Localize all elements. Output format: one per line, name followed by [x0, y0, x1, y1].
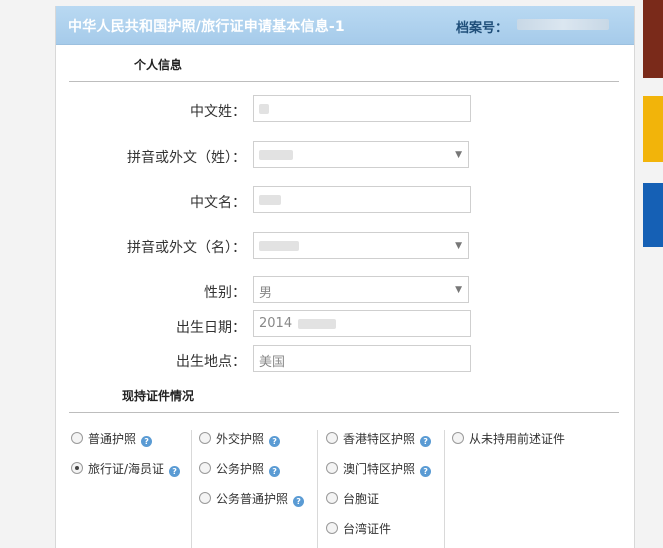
doc-option-service-passport[interactable]: 公务护照? — [199, 460, 281, 477]
doc-option-label: 旅行证/海员证 — [88, 462, 165, 476]
doc-option-label: 普通护照 — [88, 432, 137, 446]
radio-button[interactable] — [326, 432, 338, 444]
side-thumb-3[interactable] — [643, 183, 663, 247]
given-py-select[interactable]: ▼ — [253, 232, 469, 259]
gender-value: 男 — [259, 286, 273, 301]
radio-button[interactable] — [199, 432, 211, 444]
birth-place-input[interactable]: 美国 — [253, 345, 471, 372]
doc-option-travel-permit[interactable]: 旅行证/海员证? — [71, 460, 181, 477]
archive-number-label: 档案号： — [456, 21, 509, 36]
doc-option-label: 从未持用前述证件 — [469, 432, 566, 446]
doc-option-macao-passport[interactable]: 澳门特区护照? — [326, 460, 432, 477]
given-cn-label: 中文名： — [190, 195, 246, 211]
doc-option-label: 香港特区护照 — [343, 432, 416, 446]
radio-button[interactable] — [199, 492, 211, 504]
given-cn-value — [259, 194, 281, 205]
gender-select[interactable]: 男 ▼ — [253, 276, 469, 303]
radio-button[interactable] — [326, 522, 338, 534]
given-cn-input[interactable] — [253, 186, 471, 213]
side-thumb-1[interactable] — [643, 0, 663, 78]
doc-option-label: 外交护照 — [216, 432, 265, 446]
column-divider — [317, 430, 318, 548]
radio-button[interactable] — [326, 462, 338, 474]
archive-number-value — [517, 19, 609, 30]
section-current-docs: 现持证件情况 — [122, 389, 195, 403]
doc-option-hk-passport[interactable]: 香港特区护照? — [326, 430, 432, 447]
birth-date-input[interactable]: 2014 — [253, 310, 471, 337]
doc-option-public-affairs-passport[interactable]: 公务普通护照? — [199, 490, 305, 507]
given-py-label: 拼音或外文（名）： — [127, 240, 246, 256]
help-icon[interactable]: ? — [420, 466, 432, 477]
gender-label: 性别： — [204, 285, 246, 301]
section-personal-info: 个人信息 — [134, 58, 183, 72]
radio-button[interactable] — [452, 432, 464, 444]
given-py-value — [259, 240, 299, 251]
radio-button[interactable] — [71, 432, 83, 444]
form-header: 中华人民共和国护照/旅行证申请基本信息-1 档案号： — [56, 6, 634, 45]
help-icon[interactable]: ? — [269, 436, 281, 447]
surname-cn-value — [259, 103, 269, 114]
birth-date-value: 2014 — [259, 316, 293, 331]
section-divider — [69, 81, 619, 82]
radio-button[interactable] — [71, 462, 83, 474]
chevron-down-icon: ▼ — [455, 150, 462, 160]
doc-option-label: 台湾证件 — [343, 522, 392, 536]
surname-cn-input[interactable] — [253, 95, 471, 122]
help-icon[interactable]: ? — [420, 436, 432, 447]
help-icon[interactable]: ? — [169, 466, 181, 477]
radio-button[interactable] — [199, 462, 211, 474]
doc-option-taiwan-compatriot-permit[interactable]: 台胞证 — [326, 490, 379, 507]
column-divider — [444, 430, 445, 548]
radio-button[interactable] — [326, 492, 338, 504]
doc-option-label: 公务普通护照 — [216, 492, 289, 506]
doc-option-never-held[interactable]: 从未持用前述证件 — [452, 430, 565, 447]
doc-option-ordinary-passport[interactable]: 普通护照? — [71, 430, 153, 447]
birth-date-label: 出生日期： — [176, 320, 246, 336]
birth-place-label: 出生地点： — [176, 354, 246, 370]
doc-option-taiwan-document[interactable]: 台湾证件 — [326, 520, 391, 537]
help-icon[interactable]: ? — [269, 466, 281, 477]
doc-option-diplomatic-passport[interactable]: 外交护照? — [199, 430, 281, 447]
form-title: 中华人民共和国护照/旅行证申请基本信息-1 — [68, 19, 345, 35]
column-divider — [191, 430, 192, 548]
doc-option-label: 公务护照 — [216, 462, 265, 476]
chevron-down-icon: ▼ — [455, 241, 462, 251]
surname-py-value — [259, 149, 293, 160]
surname-cn-label: 中文姓： — [190, 104, 246, 120]
help-icon[interactable]: ? — [293, 496, 305, 507]
application-form-panel: 中华人民共和国护照/旅行证申请基本信息-1 档案号： 个人信息 中文姓： 拼音或… — [55, 6, 635, 548]
surname-py-label: 拼音或外文（姓）： — [127, 150, 246, 166]
chevron-down-icon: ▼ — [455, 285, 462, 295]
doc-option-label: 台胞证 — [343, 492, 380, 506]
surname-py-select[interactable]: ▼ — [253, 141, 469, 168]
doc-option-label: 澳门特区护照 — [343, 462, 416, 476]
help-icon[interactable]: ? — [141, 436, 153, 447]
birth-date-blurred — [298, 318, 337, 329]
birth-place-value: 美国 — [259, 355, 286, 370]
side-thumb-2[interactable] — [643, 96, 663, 162]
section-divider — [69, 412, 619, 413]
